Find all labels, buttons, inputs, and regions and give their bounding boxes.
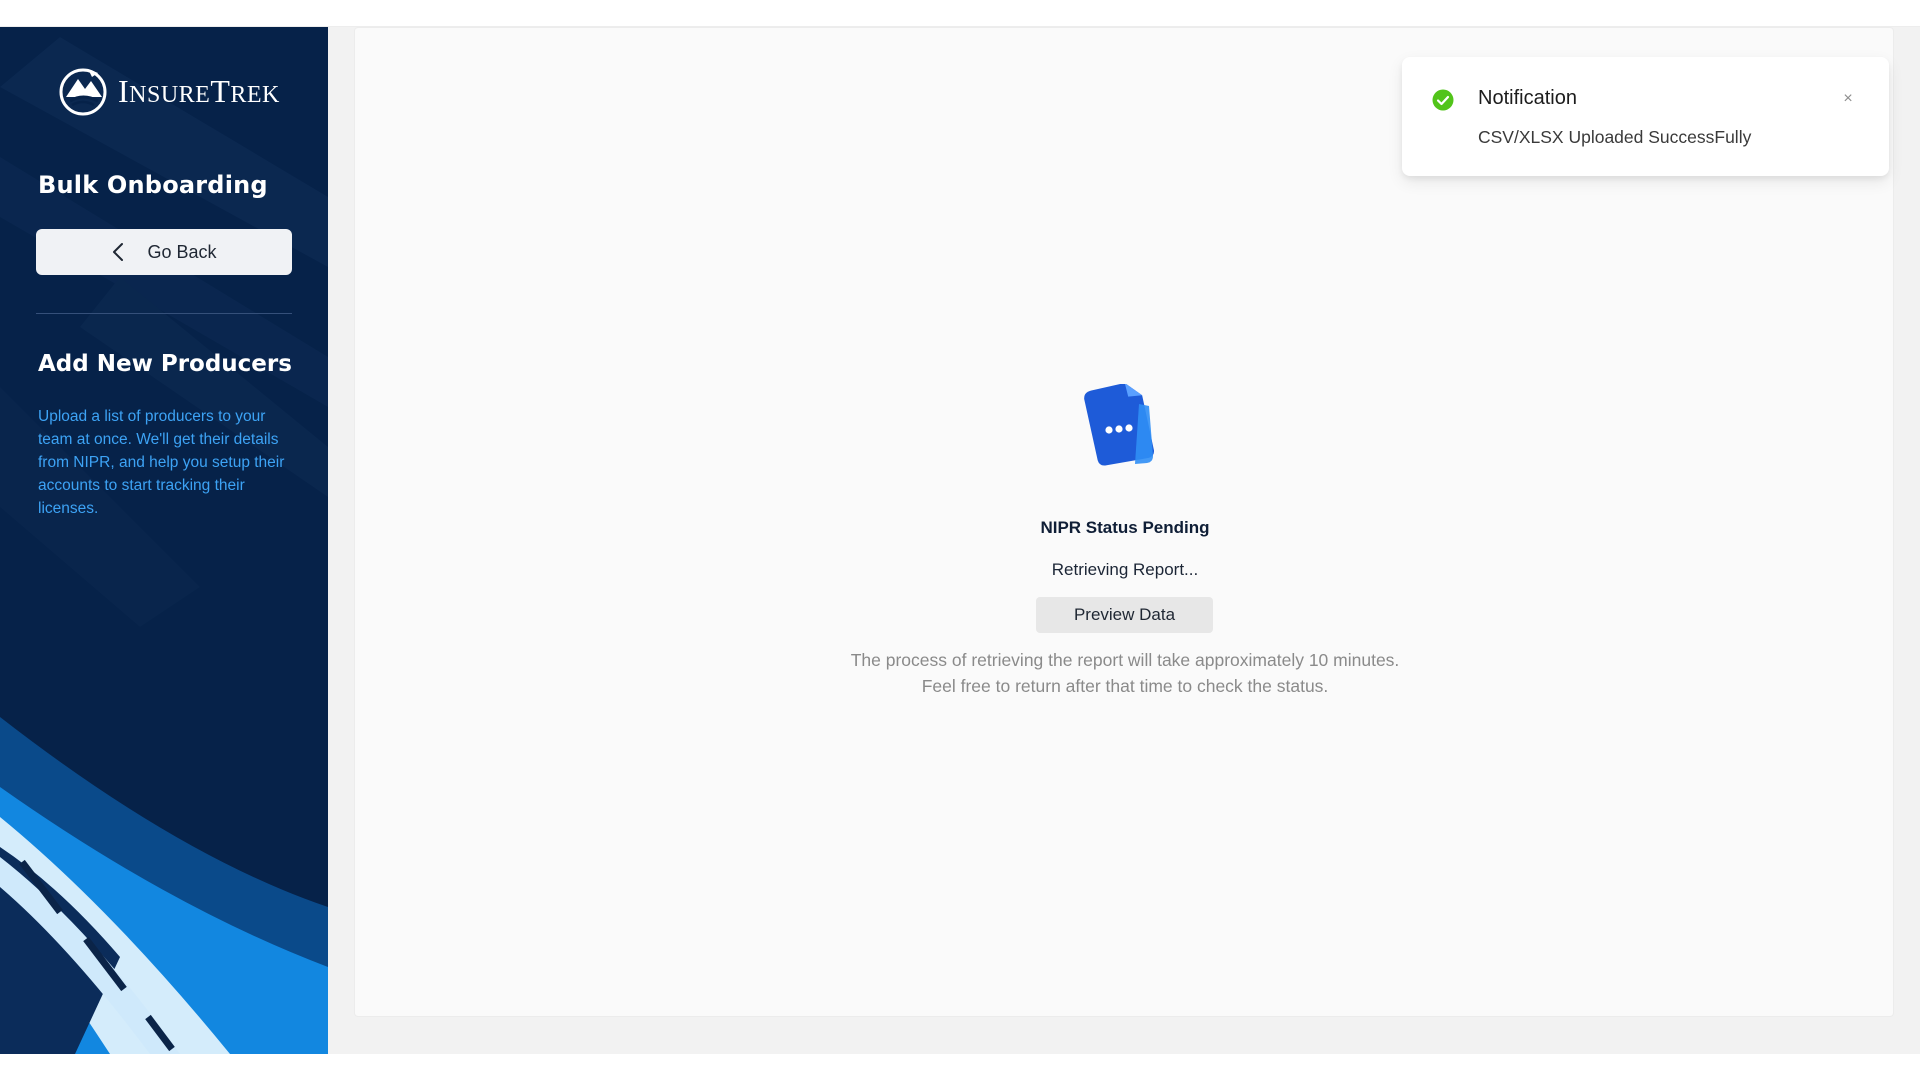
mountain-shield-icon: [59, 68, 107, 116]
go-back-button[interactable]: Go Back: [36, 229, 292, 275]
nipr-status-panel: NIPR Status Pending Retrieving Report...…: [355, 28, 1895, 1018]
preview-data-button[interactable]: Preview Data: [1036, 597, 1213, 633]
bottom-strip: [0, 1054, 1920, 1080]
sidebar-title: Bulk Onboarding: [38, 171, 268, 199]
sidebar-divider: [36, 313, 292, 314]
chevron-left-icon: [113, 243, 124, 261]
success-check-icon: [1432, 89, 1454, 111]
notification-message: CSV/XLSX Uploaded SuccessFully: [1478, 127, 1752, 147]
pending-document-icon: [1084, 384, 1155, 466]
sidebar: INSURETREK Bulk Onboarding Go Back Add N…: [0, 27, 328, 1054]
section-description: Upload a list of producers to your team …: [38, 408, 285, 517]
info-text-line-1: The process of retrieving the report wil…: [850, 650, 1400, 670]
insuretrek-logo[interactable]: INSURETREK: [58, 65, 280, 117]
status-subtitle: Retrieving Report...: [1051, 560, 1199, 579]
status-title: NIPR Status Pending: [1040, 518, 1210, 537]
section-title: Add New Producers: [38, 351, 292, 377]
close-icon[interactable]: ×: [1836, 87, 1860, 111]
go-back-label: Go Back: [147, 241, 217, 262]
info-text-line-2: Feel free to return after that time to c…: [921, 676, 1329, 696]
notification-title: Notification: [1478, 87, 1577, 109]
notification-toast: Notification CSV/XLSX Uploaded SuccessFu…: [1402, 57, 1889, 176]
logo-wordmark: INSURETREK: [118, 72, 280, 109]
top-strip: [0, 0, 1920, 27]
